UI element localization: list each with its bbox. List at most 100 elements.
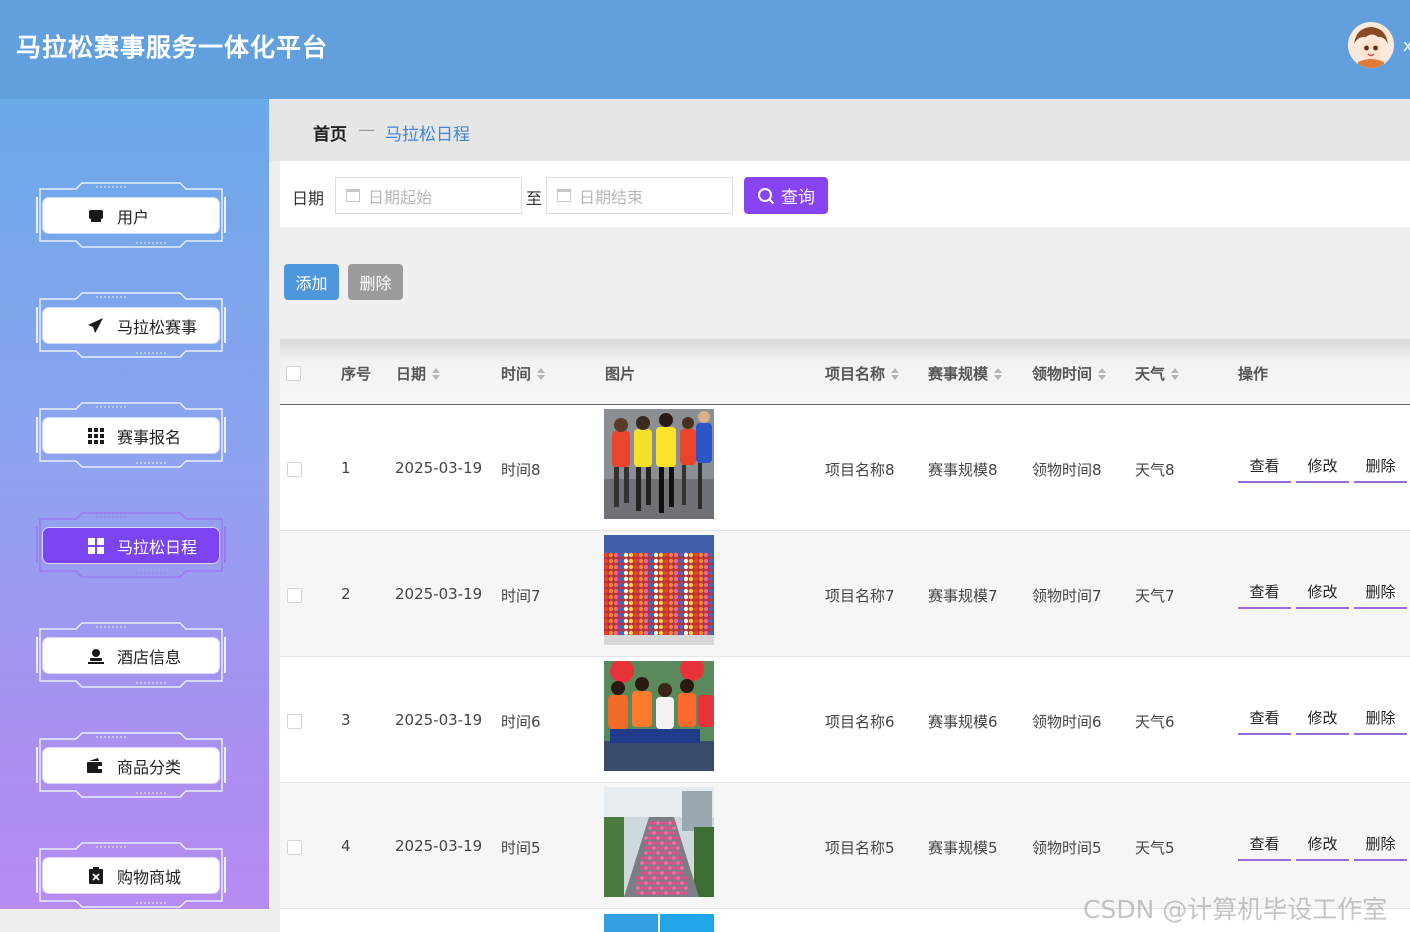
edit-button[interactable]: 修改 xyxy=(1296,831,1349,861)
col-header-weather[interactable]: 天气 xyxy=(1135,363,1180,384)
cell-scale: 赛事规模6 xyxy=(928,713,998,731)
date-label: 日期 xyxy=(292,189,325,208)
date-end-placeholder: 日期结束 xyxy=(579,187,644,207)
sort-icon[interactable] xyxy=(891,367,900,380)
col-header-date[interactable]: 日期 xyxy=(396,363,441,384)
row-image[interactable] xyxy=(604,535,714,645)
edit-button[interactable]: 修改 xyxy=(1296,705,1349,735)
row-image[interactable] xyxy=(604,787,714,897)
cell-date: 2025-03-19 xyxy=(395,585,483,603)
sidebar-item-7[interactable]: 购物商城 xyxy=(36,839,226,911)
search-icon xyxy=(758,187,775,204)
sidebar-item-3[interactable]: 赛事报名 xyxy=(36,399,226,471)
col-header-actions: 操作 xyxy=(1238,365,1269,383)
delete-button[interactable]: 删除 xyxy=(1354,705,1407,735)
view-button[interactable]: 查看 xyxy=(1238,831,1291,861)
query-button[interactable]: 查询 xyxy=(744,177,828,214)
col-header-project[interactable]: 项目名称 xyxy=(825,363,900,384)
sidebar-item-label: 酒店信息 xyxy=(117,647,182,667)
cell-weather: 天气5 xyxy=(1135,839,1175,857)
sidebar-item-button[interactable]: 赛事报名 xyxy=(43,418,219,453)
app-title: 马拉松赛事服务一体化平台 xyxy=(16,33,329,62)
col-header-pickup[interactable]: 领物时间 xyxy=(1032,363,1107,384)
sidebar-item-label: 商品分类 xyxy=(117,757,182,777)
person-icon xyxy=(87,647,104,664)
col-header-index: 序号 xyxy=(341,365,372,383)
sort-icon[interactable] xyxy=(432,367,441,380)
sort-icon[interactable] xyxy=(1171,367,1180,380)
row-checkbox[interactable] xyxy=(287,714,302,729)
edit-button[interactable]: 修改 xyxy=(1296,453,1349,483)
sidebar-item-button[interactable]: 酒店信息 xyxy=(43,638,219,673)
row-checkbox[interactable] xyxy=(287,840,302,855)
delete-button[interactable]: 删除 xyxy=(1354,831,1407,861)
cell-weather: 天气8 xyxy=(1135,461,1175,479)
view-button[interactable]: 查看 xyxy=(1238,705,1291,735)
sidebar-item-label: 购物商城 xyxy=(117,867,182,887)
sidebar-item-1[interactable]: 用户 xyxy=(36,179,226,251)
breadcrumb: 首页 — 马拉松日程 xyxy=(269,99,1410,161)
view-button[interactable]: 查看 xyxy=(1238,453,1291,483)
calendar-icon xyxy=(557,189,571,202)
breadcrumb-home[interactable]: 首页 xyxy=(313,120,347,145)
sidebar-item-button[interactable]: 购物商城 xyxy=(43,858,219,893)
cell-project: 项目名称6 xyxy=(825,713,895,731)
cell-date: 2025-03-19 xyxy=(395,837,483,855)
dashboard-icon xyxy=(87,537,104,554)
add-button[interactable]: 添加 xyxy=(284,264,339,300)
query-button-label: 查询 xyxy=(781,188,815,208)
table-row: 3 2025-03-19 时间6 项目名称6 赛事规模6 领物时间6 天气6 查看 修改 删除 xyxy=(280,657,1410,783)
delete-button[interactable]: 删除 xyxy=(1354,453,1407,483)
sidebar-item-4[interactable]: 马拉松日程 xyxy=(36,509,226,581)
cell-date: 2025-03-19 xyxy=(395,711,483,729)
cell-scale: 赛事规模5 xyxy=(928,839,998,857)
user-card-icon xyxy=(87,207,104,224)
cell-project: 项目名称8 xyxy=(825,461,895,479)
delete-button[interactable]: 删除 xyxy=(1354,579,1407,609)
view-button[interactable]: 查看 xyxy=(1238,579,1291,609)
select-all-checkbox[interactable] xyxy=(286,366,301,381)
sidebar-item-label: 马拉松日程 xyxy=(117,537,198,557)
sidebar-item-label: 赛事报名 xyxy=(117,427,182,447)
clipboard-x-icon xyxy=(87,867,104,884)
cell-index: 3 xyxy=(341,711,351,729)
sort-icon[interactable] xyxy=(1098,367,1107,380)
batch-delete-button[interactable]: 删除 xyxy=(348,264,403,300)
search-bar: 日期 日期起始 至 日期结束 查询 xyxy=(280,161,1410,227)
sidebar-item-label: 马拉松赛事 xyxy=(117,317,198,337)
grid-icon xyxy=(87,427,104,444)
edit-button[interactable]: 修改 xyxy=(1296,579,1349,609)
user-avatar[interactable] xyxy=(1348,22,1394,68)
table-header: 序号 日期 时间 图片 项目名称 赛事规模 领物时间 天气 操作 xyxy=(280,339,1410,405)
row-image[interactable] xyxy=(604,409,714,519)
col-header-scale[interactable]: 赛事规模 xyxy=(928,363,1003,384)
sidebar-item-5[interactable]: 酒店信息 xyxy=(36,619,226,691)
cell-pickup: 领物时间6 xyxy=(1032,713,1102,731)
row-image[interactable] xyxy=(604,661,714,771)
sidebar-bottom xyxy=(0,909,280,932)
cell-pickup: 领物时间7 xyxy=(1032,587,1102,605)
col-header-time[interactable]: 时间 xyxy=(501,363,546,384)
sidebar-item-2[interactable]: 马拉松赛事 xyxy=(36,289,226,361)
row-checkbox[interactable] xyxy=(287,588,302,603)
username-text[interactable]: x xyxy=(1403,36,1410,55)
sidebar-item-button[interactable]: 商品分类 xyxy=(43,748,219,783)
row-checkbox[interactable] xyxy=(287,462,302,477)
cell-project: 项目名称5 xyxy=(825,839,895,857)
sidebar-item-6[interactable]: 商品分类 xyxy=(36,729,226,801)
date-start-placeholder: 日期起始 xyxy=(368,187,433,207)
cell-weather: 天气6 xyxy=(1135,713,1175,731)
date-start-input[interactable]: 日期起始 xyxy=(335,177,522,214)
cell-date: 2025-03-19 xyxy=(395,459,483,477)
cell-weather: 天气7 xyxy=(1135,587,1175,605)
date-end-input[interactable]: 日期结束 xyxy=(546,177,733,214)
sidebar-item-button[interactable]: 用户 xyxy=(43,198,219,233)
sort-icon[interactable] xyxy=(537,367,546,380)
paper-plane-icon xyxy=(87,317,104,334)
cell-time: 时间5 xyxy=(501,839,541,857)
calendar-icon xyxy=(346,189,360,202)
sidebar-item-button[interactable]: 马拉松赛事 xyxy=(43,308,219,343)
sort-icon[interactable] xyxy=(994,367,1003,380)
breadcrumb-separator: — xyxy=(358,120,375,140)
sidebar-item-button[interactable]: 马拉松日程 xyxy=(43,528,219,563)
